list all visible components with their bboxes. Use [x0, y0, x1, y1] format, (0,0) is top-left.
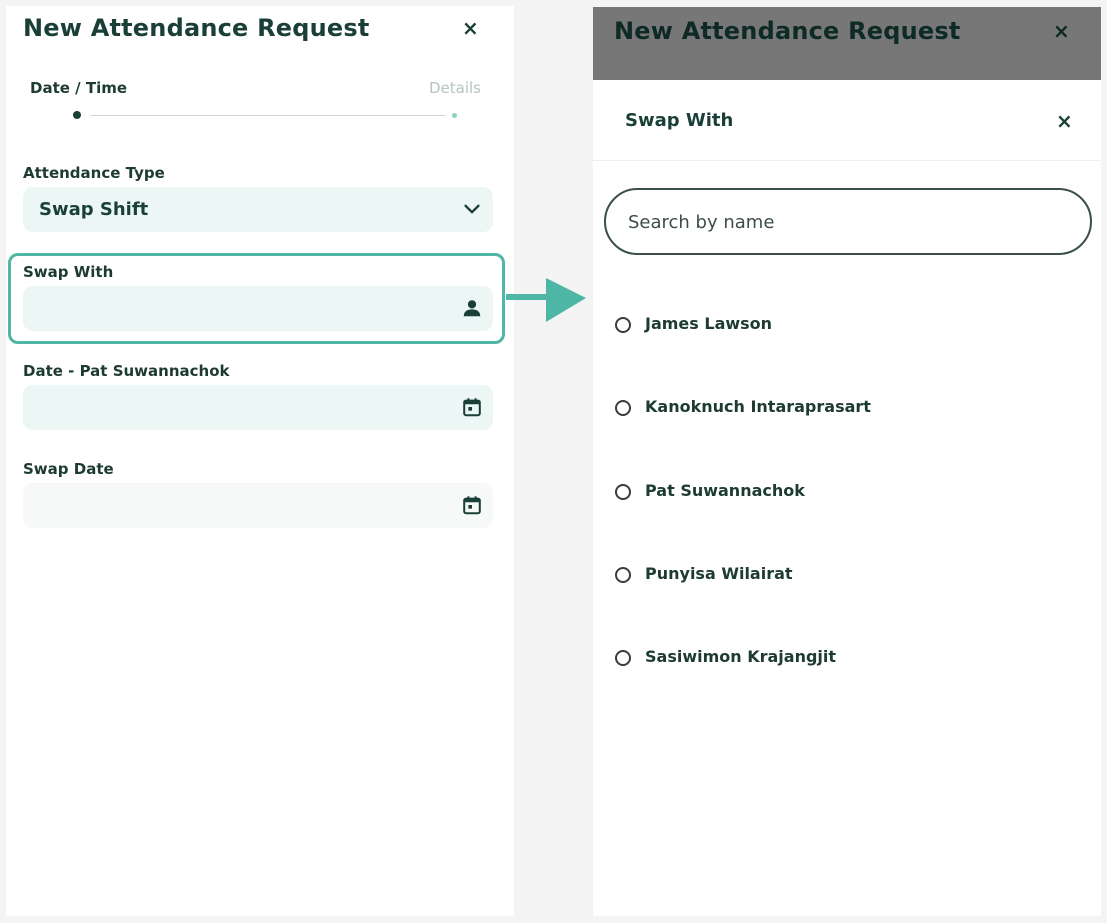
form-title-dimmed: New Attendance Request [614, 17, 961, 45]
attendance-type-select[interactable]: Swap Shift [23, 187, 493, 232]
option-label: James Lawson [645, 314, 773, 333]
arrow-right-icon [506, 278, 586, 322]
dimmed-form-header: New Attendance Request × [593, 7, 1101, 80]
sheet-header: Swap With × [593, 80, 1101, 161]
option-kanoknuch-intaraprasart[interactable]: Kanoknuch Intaraprasart [615, 394, 1085, 424]
date-person-field[interactable] [23, 385, 493, 430]
step-date-time[interactable]: Date / Time [30, 79, 127, 97]
option-james-lawson[interactable]: James Lawson [615, 311, 1085, 341]
date-person-label: Date - Pat Suwannachok [23, 362, 230, 380]
person-icon [463, 300, 481, 317]
attendance-request-form: New Attendance Request × Date / Time Det… [6, 6, 514, 916]
option-label: Sasiwimon Krajangjit [645, 647, 837, 666]
option-sasiwimon-krajangjit[interactable]: Sasiwimon Krajangjit [615, 644, 1085, 674]
attendance-type-value: Swap Shift [39, 199, 149, 220]
radio-button[interactable] [615, 484, 631, 500]
step-active-dot [73, 111, 81, 119]
attendance-type-label: Attendance Type [23, 164, 165, 182]
swap-with-picker-screen: New Attendance Request × Swap With × Jam… [593, 7, 1101, 916]
option-label: Kanoknuch Intaraprasart [645, 397, 871, 416]
radio-button[interactable] [615, 650, 631, 666]
calendar-icon [463, 496, 481, 515]
close-form-button-dimmed[interactable]: × [1053, 21, 1070, 41]
step-inactive-dot [452, 113, 457, 118]
option-pat-suwannachok[interactable]: Pat Suwannachok [615, 478, 1085, 508]
search-input[interactable] [626, 206, 1070, 238]
step-details[interactable]: Details [429, 79, 481, 97]
form-title: New Attendance Request [23, 14, 370, 42]
swap-date-field[interactable] [23, 483, 493, 528]
chevron-down-icon [464, 204, 480, 214]
option-label: Punyisa Wilairat [645, 564, 793, 583]
sheet-title: Swap With [625, 110, 734, 131]
swap-with-label: Swap With [23, 263, 114, 281]
option-punyisa-wilairat[interactable]: Punyisa Wilairat [615, 561, 1085, 591]
radio-button[interactable] [615, 400, 631, 416]
option-label: Pat Suwannachok [645, 481, 805, 500]
search-field[interactable] [604, 188, 1092, 255]
swap-with-field[interactable] [23, 286, 493, 331]
stepper-line [90, 115, 446, 116]
calendar-icon [463, 398, 481, 417]
close-sheet-button[interactable]: × [1056, 111, 1073, 131]
radio-button[interactable] [615, 317, 631, 333]
swap-date-label: Swap Date [23, 460, 114, 478]
radio-button[interactable] [615, 567, 631, 583]
close-form-button[interactable]: × [462, 18, 479, 38]
